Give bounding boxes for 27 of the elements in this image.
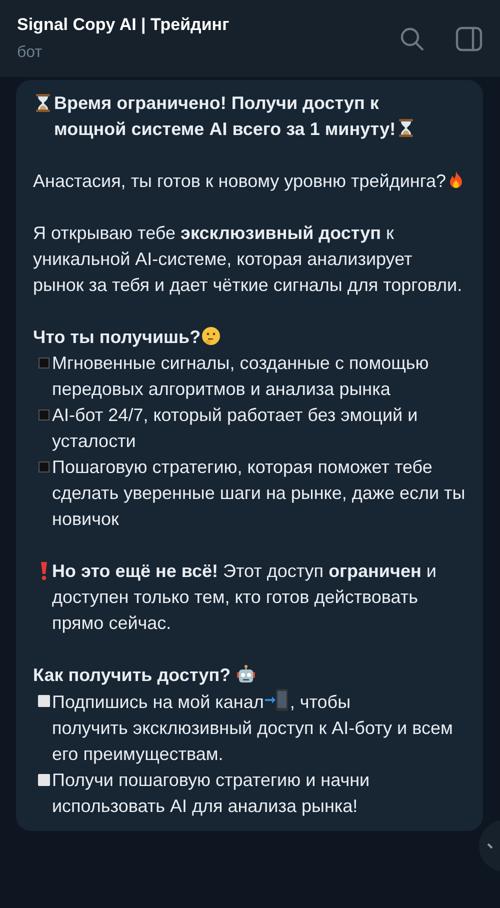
message-text: получить эксклюзивный доступ к AI-боту и всем его преимуществам. [52, 718, 453, 764]
message-text: Что ты получишь? [33, 327, 201, 347]
message-text: мощной системе AI всего за 1 минуту! [54, 119, 396, 139]
chat-subtitle: бот [17, 43, 44, 64]
phone-arrow-icon [264, 688, 290, 712]
message-text: Время ограничено! Получи доступ к [54, 93, 379, 113]
message-text: Подпишись на мой канал [52, 692, 264, 712]
message-text: , чтобы [290, 692, 351, 712]
message-text: Получи пошаговую стратегию и начни использовать AI для анализа рынка! [52, 770, 370, 816]
message-text: Но это ещё не всё! Этот доступ ограничен и доступен только тем, кто готов действовать прямо сейчас. [52, 561, 436, 633]
thinking-emoji-icon [200, 326, 221, 346]
message-text: Как получить доступ? [33, 665, 232, 685]
robot-icon [236, 664, 256, 684]
square-bullet-icon [37, 694, 51, 708]
message-text: Пошаговую стратегию, которая поможет тебе сделать уверенные шаги на рынке, даже если ты новичок [52, 457, 466, 529]
chat-title: Signal Copy AI | Трейдинг [17, 14, 230, 36]
sidebar-toggle-icon[interactable] [455, 26, 483, 52]
square-bullet-icon [37, 356, 51, 370]
hourglass-icon [33, 93, 53, 113]
message-text: Мгновенные сигналы, созданные с помощью передовых алгоритмов и анализа рынка [52, 353, 429, 399]
square-bullet-icon [37, 460, 51, 474]
message-text: Анастасия, ты готов к новому уровню трейдинга? [33, 171, 446, 191]
square-bullet-icon [37, 408, 51, 422]
search-icon[interactable] [399, 26, 425, 52]
message-text: AI-бот 24/7, который работает без эмоций и усталости [52, 405, 418, 451]
square-bullet-icon [37, 773, 51, 787]
message-text: Я открываю тебе эксклюзивный доступ к уникальной AI-системе, которая анализирует рынок за тебя и дает чёткие сигналы для торговли. [33, 223, 462, 295]
